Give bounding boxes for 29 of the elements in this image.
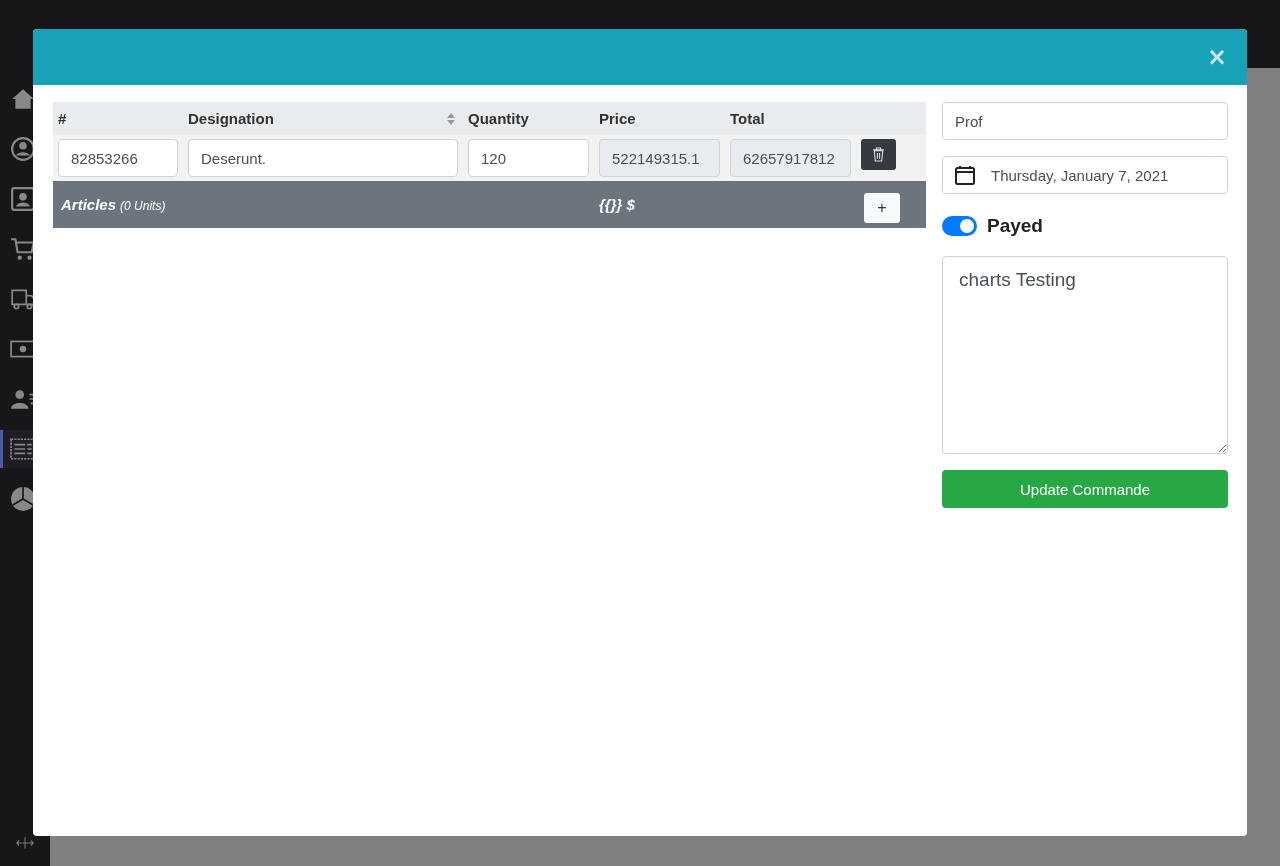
column-header: Total bbox=[730, 110, 765, 127]
delete-button[interactable] bbox=[861, 138, 896, 170]
receipt-icon bbox=[10, 436, 36, 462]
price-field[interactable]: 522149315.1 bbox=[599, 139, 720, 177]
payed-label: Payed bbox=[987, 215, 1043, 237]
pie-chart-icon bbox=[10, 486, 36, 512]
quantity-field[interactable]: 120 bbox=[468, 139, 589, 177]
designation-field[interactable]: Deserunt. bbox=[188, 139, 458, 177]
resize-icon[interactable] bbox=[15, 836, 35, 850]
date-field[interactable]: Thursday, January 7, 2021 bbox=[942, 156, 1228, 194]
user-circle-icon bbox=[10, 136, 36, 162]
trash-icon bbox=[872, 146, 885, 162]
column-header: Quantity bbox=[468, 110, 529, 127]
articles-label: Articles bbox=[61, 196, 117, 213]
number-field[interactable]: 82853266 bbox=[58, 139, 178, 177]
column-header: # bbox=[58, 110, 67, 127]
sum-total: {{}} $ bbox=[599, 196, 636, 213]
notes-field[interactable]: charts Testing bbox=[942, 256, 1228, 454]
calendar-icon bbox=[955, 165, 975, 185]
payed-toggle[interactable] bbox=[942, 216, 977, 236]
units-count: (0 Units) bbox=[120, 199, 166, 213]
column-header: Designation bbox=[188, 110, 274, 127]
column-header: Price bbox=[599, 110, 636, 127]
client-field[interactable]: Prof bbox=[942, 102, 1228, 140]
truck-icon bbox=[10, 286, 36, 312]
contact-card-icon bbox=[10, 186, 36, 212]
add-row-button[interactable]: + bbox=[864, 192, 900, 223]
cart-icon bbox=[10, 236, 36, 262]
total-field[interactable]: 62657917812 bbox=[730, 139, 851, 177]
